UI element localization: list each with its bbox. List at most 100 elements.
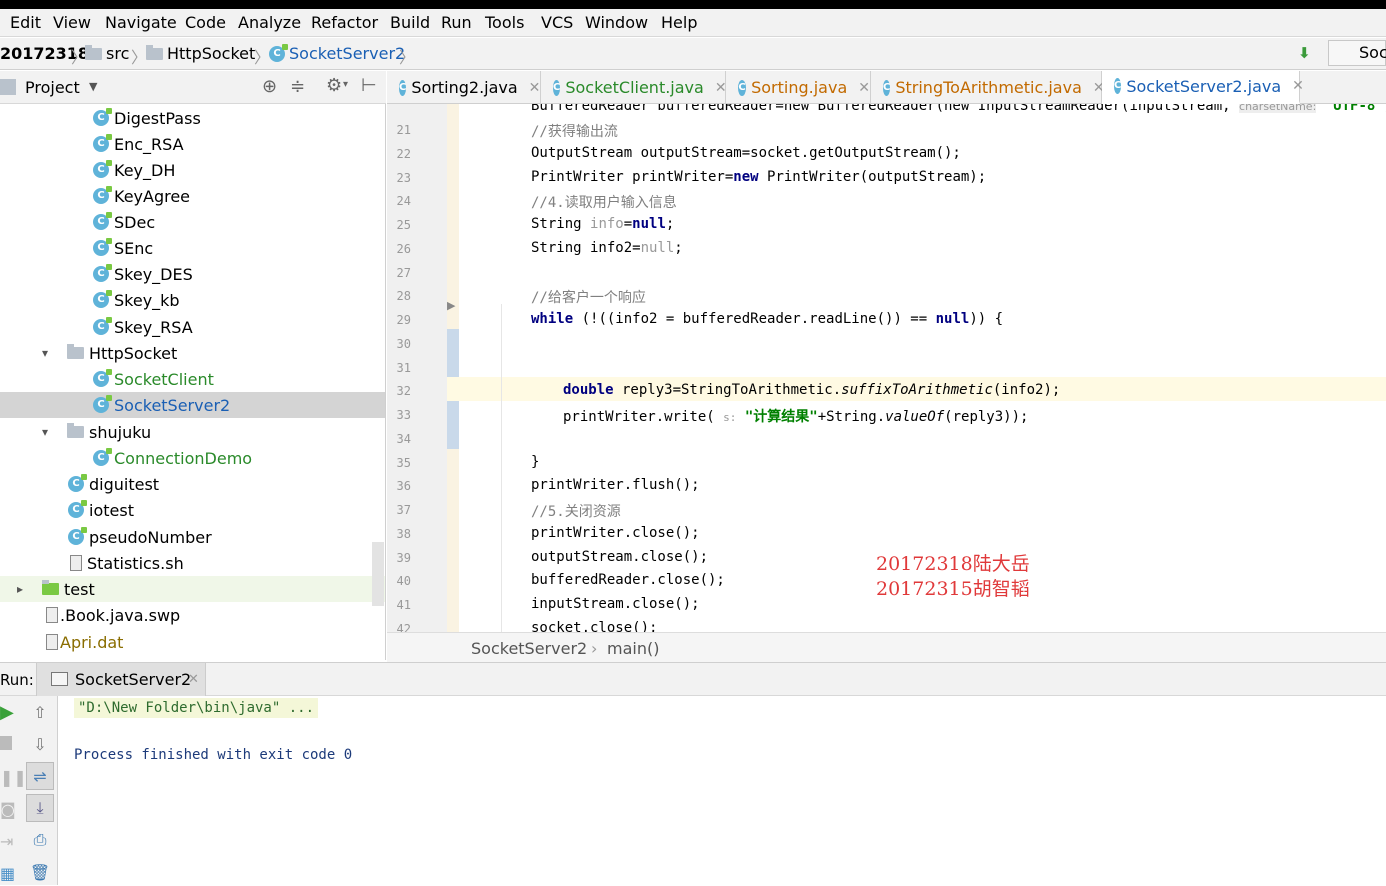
exit-icon[interactable]: ⇥ — [0, 832, 13, 851]
arrow-down-icon[interactable]: ⇩ — [26, 730, 54, 758]
class-icon: C — [883, 79, 891, 96]
line-number: 25 — [396, 218, 411, 232]
code-line: socket.close(); — [531, 620, 658, 632]
run-tab[interactable]: SocketServer2 ✕ — [36, 663, 206, 696]
tree-item[interactable]: C SDec — [0, 209, 385, 235]
tree-item-label: pseudoNumber — [89, 527, 212, 547]
breadcrumb-method[interactable]: main() — [607, 639, 659, 658]
tree-item-package[interactable]: ▾ HttpSocket — [0, 340, 385, 366]
line-number: 35 — [396, 456, 411, 470]
class-icon: C — [93, 186, 112, 204]
menu-edit[interactable]: Edit — [10, 13, 41, 32]
expand-down-icon[interactable]: ▾ — [42, 425, 48, 439]
run-gutter-icon[interactable]: ▶ — [447, 299, 455, 312]
close-icon[interactable]: ✕ — [529, 80, 541, 96]
code-line: String info=null; — [531, 216, 675, 232]
tree-item-label: KeyAgree — [114, 186, 191, 206]
menu-run[interactable]: Run — [441, 13, 472, 32]
sort-icon[interactable]: ⬇ — [1298, 44, 1311, 62]
project-panel-title[interactable]: Project — [25, 78, 80, 97]
hide-panel-icon[interactable]: ⊢ — [361, 75, 377, 96]
tree-item[interactable]: C SEnc — [0, 235, 385, 261]
tree-item[interactable]: Apri.dat — [0, 629, 385, 655]
class-icon: C — [1114, 78, 1122, 94]
run-panel-header: Run: SocketServer2 ✕ — [0, 662, 1386, 696]
print-icon[interactable]: ⎙ — [26, 826, 54, 854]
indent-guide — [501, 304, 502, 632]
menu-analyze[interactable]: Analyze — [238, 13, 301, 32]
scroll-to-end-icon[interactable]: ⤓ — [26, 794, 54, 822]
project-icon — [0, 79, 16, 95]
param-hint: charsetName: — [1239, 104, 1317, 113]
menu-vcs[interactable]: VCS — [541, 13, 573, 32]
tree-item[interactable]: C Key_DH — [0, 157, 385, 183]
title-bar — [0, 0, 1386, 9]
tab-sorting2[interactable]: C Sorting2.java ✕ — [387, 71, 541, 104]
arrow-up-icon[interactable]: ⇧ — [26, 698, 54, 726]
tree-item[interactable]: CpseudoNumber — [0, 524, 385, 550]
tree-scrollbar[interactable] — [372, 542, 384, 606]
tab-stringtoarithmetic[interactable]: C StringToArithmetic.java ✕ — [871, 71, 1105, 104]
locate-icon[interactable]: ⊕ — [262, 76, 277, 97]
close-icon[interactable]: ✕ — [858, 80, 870, 96]
collapse-icon[interactable]: ≑ — [290, 76, 305, 97]
menu-refactor[interactable]: Refactor — [311, 13, 378, 32]
gear-dropdown-icon[interactable]: ▾ — [343, 79, 348, 90]
menu-tools[interactable]: Tools — [485, 13, 524, 32]
menu-build[interactable]: Build — [390, 13, 430, 32]
tree-item[interactable]: C Skey_RSA — [0, 314, 385, 340]
tree-item[interactable]: C KeyAgree — [0, 183, 385, 209]
trash-icon[interactable]: 🗑 — [26, 858, 54, 886]
layout-icon[interactable]: ▦ — [0, 864, 15, 883]
console-output[interactable]: "D:\New Folder\bin\java" ... Process fin… — [58, 696, 1386, 885]
crumb-src[interactable]: src — [85, 44, 129, 63]
tab-socketserver2[interactable]: C SocketServer2.java ✕ — [1102, 71, 1304, 104]
tree-item-package[interactable]: ▾ shujuku — [0, 419, 385, 445]
tree-item-folder[interactable]: ▸ test — [0, 576, 385, 602]
class-icon: C — [68, 500, 87, 518]
tree-item[interactable]: C SocketClient — [0, 366, 385, 392]
tree-item-label: ConnectionDemo — [114, 448, 253, 468]
soft-wrap-icon[interactable]: ⇌ — [26, 762, 54, 790]
tree-item[interactable]: Statistics.sh — [0, 550, 385, 576]
tree-item[interactable]: .Book.java.swp — [0, 602, 385, 628]
rerun-icon[interactable]: ▶ — [0, 702, 14, 723]
tree-item[interactable]: C ConnectionDemo — [0, 445, 385, 471]
close-icon[interactable]: ✕ — [1292, 78, 1304, 94]
tree-item-selected[interactable]: C SocketServer2 — [0, 392, 385, 418]
tree-item[interactable]: C Enc_RSA — [0, 131, 385, 157]
code-line: printWriter.flush(); — [531, 477, 700, 493]
code-line: double reply3=StringToArithmetic.suffixT… — [563, 382, 1061, 398]
menu-code[interactable]: Code — [185, 13, 226, 32]
tree-item[interactable]: C DigestPass — [0, 105, 385, 131]
expand-right-icon[interactable]: ▸ — [17, 582, 23, 596]
crumb-package[interactable]: HttpSocket — [146, 44, 255, 63]
menu-window[interactable]: Window — [585, 13, 648, 32]
class-icon: C — [93, 160, 112, 178]
tree-item-label: SocketClient — [114, 369, 214, 389]
camera-icon[interactable]: ◙ — [0, 800, 16, 819]
menu-view[interactable]: View — [53, 13, 91, 32]
run-config-selector[interactable]: Soc — [1328, 40, 1386, 66]
tree-item[interactable]: C Skey_DES — [0, 261, 385, 287]
tab-socketclient[interactable]: C SocketClient.java ✕ — [541, 71, 727, 104]
dropdown-arrow-icon[interactable]: ▼ — [89, 80, 97, 93]
stop-icon[interactable] — [0, 736, 12, 750]
gear-icon[interactable]: ⚙ — [326, 75, 342, 96]
menu-help[interactable]: Help — [661, 13, 697, 32]
crumb-file[interactable]: C SocketServer2 — [269, 43, 405, 63]
breadcrumb-class[interactable]: SocketServer2 — [471, 639, 587, 658]
expand-down-icon[interactable]: ▾ — [42, 346, 48, 360]
close-icon[interactable]: ✕ — [715, 80, 727, 96]
run-toolbar: ▶ ❚❚ ◙ ⇥ ▦ ⇧ ⇩ ⇌ ⤓ ⎙ 🗑 — [0, 696, 58, 885]
line-number: 39 — [396, 551, 411, 565]
line-number: 29 — [396, 313, 411, 327]
close-icon[interactable]: ✕ — [188, 672, 199, 687]
tree-item[interactable]: C Skey_kb — [0, 287, 385, 313]
tree-item[interactable]: Ciotest — [0, 497, 385, 523]
menu-navigate[interactable]: Navigate — [105, 13, 177, 32]
code-line: BufferedReader bufferedReader=new Buffer… — [531, 104, 1386, 114]
pause-icon[interactable]: ❚❚ — [0, 768, 27, 787]
tree-item[interactable]: Cdiguitest — [0, 471, 385, 497]
tab-sorting[interactable]: C Sorting.java ✕ — [726, 71, 871, 104]
